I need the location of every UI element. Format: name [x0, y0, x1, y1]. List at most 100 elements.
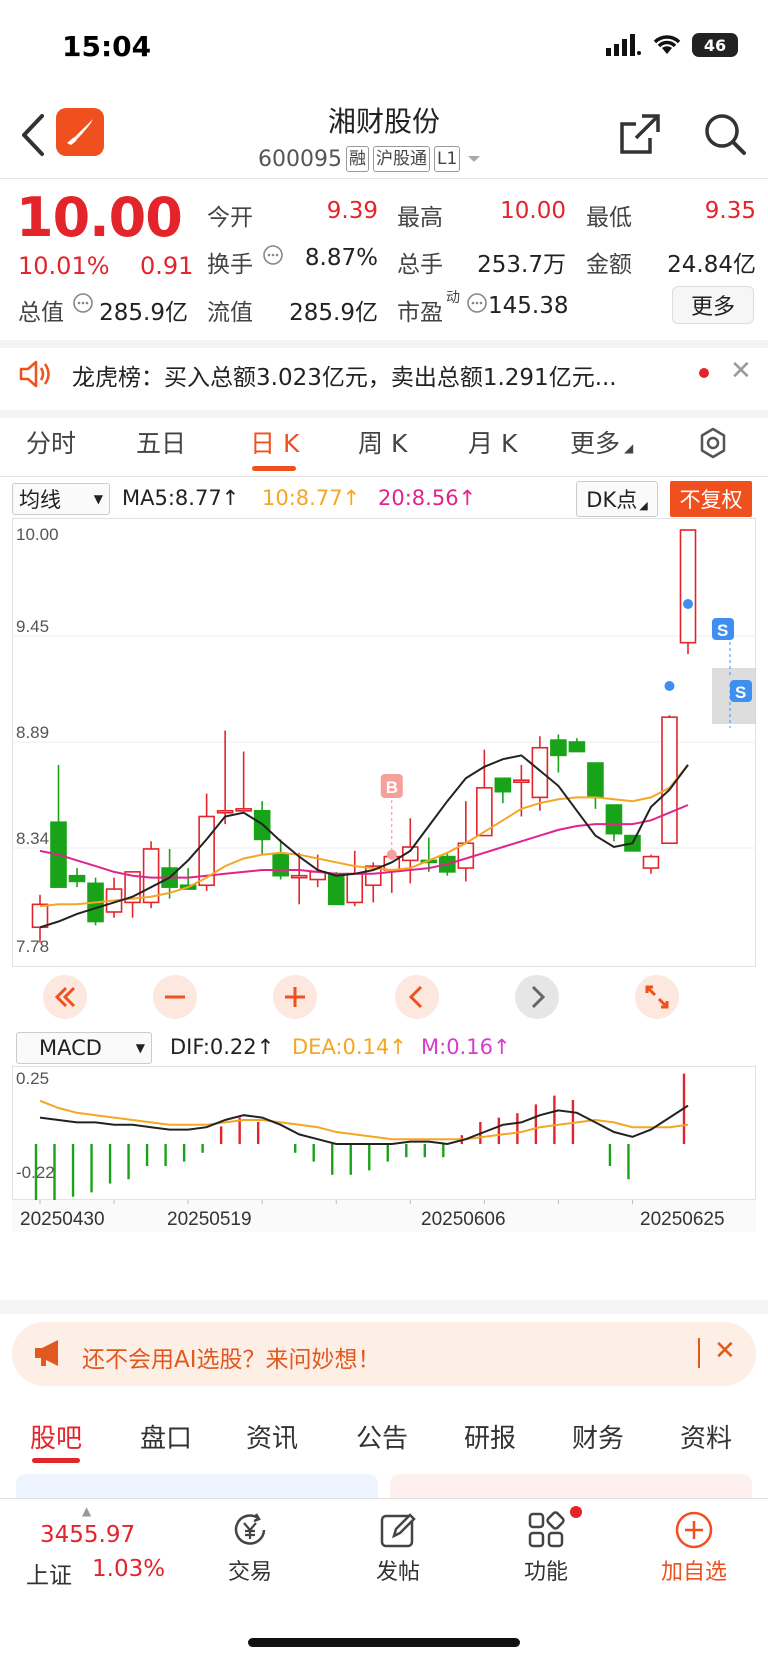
tab-more-label: 更多 — [570, 429, 621, 458]
megaphone-icon — [35, 1340, 58, 1366]
candle-body — [494, 777, 512, 793]
y-tick-label: 9.45 — [16, 617, 49, 636]
more-button[interactable]: 更多 — [672, 286, 754, 324]
ai-banner-text[interactable]: 还不会用AI选股？来问妙想！ — [82, 1340, 381, 1374]
zoom-in-icon[interactable] — [272, 974, 318, 1020]
close-banner-icon[interactable]: ✕ — [730, 356, 752, 386]
settings-icon[interactable] — [696, 426, 730, 460]
tab-five-day[interactable]: 五日 — [136, 424, 186, 460]
rewind-icon[interactable] — [42, 974, 88, 1020]
candle-body — [605, 804, 623, 835]
sell-marker-text: S — [735, 683, 746, 702]
edit-icon — [380, 1513, 416, 1548]
info-icon[interactable] — [72, 292, 94, 314]
next-icon[interactable] — [514, 974, 560, 1020]
tab-profile[interactable]: 资料 — [680, 1418, 732, 1455]
nav-add-watchlist[interactable]: 加自选 — [644, 1510, 744, 1586]
tab-announcements[interactable]: 公告 — [356, 1418, 408, 1455]
speaker-icon — [19, 360, 50, 388]
tab-more[interactable]: 更多 ◢ — [570, 424, 633, 460]
tag-level: L1 — [433, 146, 461, 172]
search-icon[interactable] — [703, 112, 747, 156]
pe-superscript: 动 — [446, 290, 460, 306]
mktcap-label: 总值 — [18, 300, 64, 326]
amount-value: 24.84亿 — [667, 252, 756, 278]
candle-body — [513, 779, 530, 783]
last-price: 10.00 — [16, 186, 183, 249]
adjust-button[interactable]: 不复权 — [670, 481, 752, 517]
ma-select[interactable]: 均线 ▼ — [12, 483, 110, 515]
tab-daily-k[interactable]: 日 K — [250, 424, 299, 460]
dk-point-button[interactable]: DK点 ◢ — [576, 481, 658, 517]
candle-body — [272, 853, 289, 877]
index-value[interactable]: 3455.97 — [40, 1522, 135, 1548]
macd-select[interactable]: MACD ▼ — [16, 1032, 152, 1064]
buy-marker-dot — [386, 849, 397, 860]
nav-post[interactable]: 发帖 — [348, 1510, 448, 1586]
home-indicator — [248, 1638, 520, 1647]
share-icon[interactable] — [618, 112, 662, 156]
battery-icon: 46 — [692, 33, 738, 57]
tab-finance[interactable]: 财务 — [572, 1418, 624, 1455]
volume-value: 253.7万 — [477, 252, 566, 278]
fullscreen-icon[interactable] — [634, 974, 680, 1020]
close-ai-banner-icon[interactable]: ✕ — [714, 1336, 736, 1366]
mktcap-value: 285.9亿 — [99, 300, 188, 326]
dragon-tiger-text[interactable]: 龙虎榜：买入总额3.023亿元，卖出总额1.291亿元... — [72, 358, 672, 392]
nav-function-label: 功能 — [523, 1560, 568, 1585]
kline-chart[interactable]: 10.00 9.45 8.89 8.34 7.78 B S S — [12, 518, 756, 1026]
candle-body — [290, 874, 308, 879]
volume-label: 总手 — [397, 252, 443, 278]
candle-body — [142, 848, 160, 904]
prev-icon[interactable] — [394, 974, 440, 1020]
tab-guba[interactable]: 股吧 — [30, 1418, 82, 1455]
info-icon[interactable] — [466, 292, 488, 314]
chart-controls — [12, 968, 756, 1026]
high-value: 10.00 — [500, 198, 566, 224]
tabs-divider — [0, 476, 768, 477]
section-divider — [0, 340, 768, 348]
status-time: 15:04 — [62, 30, 152, 63]
wifi-icon — [653, 35, 681, 54]
tab-weekly-k[interactable]: 周 K — [358, 424, 407, 460]
nav-add-label: 加自选 — [660, 1560, 727, 1585]
nav-trade[interactable]: 交易 — [200, 1510, 300, 1586]
ma-select-label: 均线 — [19, 488, 61, 512]
zoom-out-icon[interactable] — [152, 974, 198, 1020]
candle-body — [235, 808, 252, 812]
tab-intraday[interactable]: 分时 — [26, 424, 76, 460]
macd-chart[interactable]: 0.25-0.222025043020250519202506062025062… — [12, 1066, 756, 1266]
y-tick-label: 7.78 — [16, 937, 49, 956]
tab-research[interactable]: 研报 — [464, 1418, 516, 1455]
m-label: M:0.16↑ — [421, 1035, 511, 1059]
y-tick-label: 10.00 — [16, 525, 59, 544]
stock-code: 600095 — [258, 146, 342, 172]
nav-function[interactable]: 功能 — [496, 1510, 596, 1586]
trade-icon — [234, 1513, 266, 1545]
candle-body — [31, 903, 49, 929]
candle-body — [346, 872, 364, 904]
open-label: 今开 — [207, 205, 253, 231]
float-label: 流值 — [207, 300, 253, 326]
candle-body — [587, 762, 604, 799]
sell-marker-dot — [664, 681, 675, 691]
ma10-label: 10:8.77↑ — [262, 486, 361, 510]
x-tick-label: 20250606 — [421, 1209, 506, 1230]
info-icon[interactable] — [262, 244, 284, 266]
dif-label: DIF:0.22↑ — [170, 1035, 275, 1059]
turnover-value: 8.87% — [304, 245, 378, 271]
header-divider — [0, 178, 768, 179]
tab-news[interactable]: 资讯 — [246, 1418, 298, 1455]
tab-monthly-k[interactable]: 月 K — [468, 424, 517, 460]
y-tick-label: 8.34 — [16, 829, 49, 848]
caret-down-icon[interactable] — [464, 152, 484, 166]
index-name[interactable]: 上证 — [26, 1556, 72, 1590]
tab-pankou[interactable]: 盘口 — [140, 1418, 192, 1455]
high-label: 最高 — [397, 205, 443, 231]
low-label: 最低 — [586, 205, 632, 231]
stock-code-row: 600095 融 沪股通 L1 — [258, 146, 484, 172]
y-tick-label: 8.89 — [16, 723, 49, 742]
index-pct[interactable]: 1.03% — [92, 1556, 165, 1582]
sell-marker-dot — [683, 599, 693, 609]
dk-point-label: DK点 — [586, 488, 638, 512]
